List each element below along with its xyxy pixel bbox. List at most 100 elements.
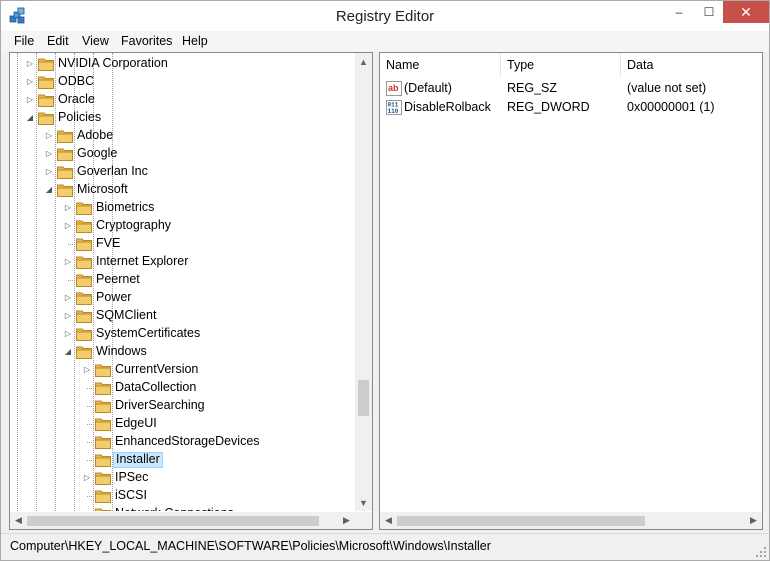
tree-item-label[interactable]: Internet Explorer (94, 254, 190, 270)
tree-item[interactable]: ◢ Policies (10, 109, 356, 127)
scroll-left-arrow-icon[interactable]: ◀ (380, 512, 397, 529)
tree-item-label[interactable]: SystemCertificates (94, 326, 202, 342)
tree-item-label[interactable]: Google (75, 146, 119, 162)
tree-item[interactable]: Installer (10, 451, 356, 469)
column-header-data[interactable]: Data (621, 53, 762, 77)
tree-item[interactable]: ▷ Oracle (10, 91, 356, 109)
collapsed-arrow-icon[interactable]: ▷ (63, 202, 73, 214)
tree-item[interactable]: ▷ Google (10, 145, 356, 163)
tree-item[interactable]: ◢ Microsoft (10, 181, 356, 199)
collapsed-arrow-icon[interactable]: ▷ (63, 310, 73, 322)
tree-item-label[interactable]: FVE (94, 236, 122, 252)
list-horizontal-scroll-thumb[interactable] (397, 516, 645, 526)
collapsed-arrow-icon[interactable]: ▷ (25, 76, 35, 88)
tree-item[interactable]: ▷ SystemCertificates (10, 325, 356, 343)
column-header-type[interactable]: Type (501, 53, 621, 77)
tree-item[interactable]: ▷ Biometrics (10, 199, 356, 217)
tree-item-label[interactable]: Policies (56, 110, 103, 126)
close-button[interactable]: ✕ (723, 1, 769, 23)
menu-edit[interactable]: Edit (47, 34, 69, 48)
collapsed-arrow-icon[interactable]: ▷ (82, 364, 92, 376)
tree-item[interactable]: ▷ SQMClient (10, 307, 356, 325)
tree-item-label[interactable]: DriverSearching (113, 398, 207, 414)
minimize-button[interactable]: – (664, 1, 694, 23)
list-item[interactable]: ab (Default) REG_SZ (value not set) (380, 79, 762, 98)
tree-item-label[interactable]: EnhancedStorageDevices (113, 434, 262, 450)
tree-item[interactable]: iSCSI (10, 487, 356, 505)
tree-vertical-scroll-thumb[interactable] (358, 380, 369, 417)
tree-item-label[interactable]: Network Connections (113, 506, 236, 511)
menu-view[interactable]: View (82, 34, 109, 48)
collapsed-arrow-icon[interactable]: ▷ (44, 130, 54, 142)
tree-item[interactable]: FVE (10, 235, 356, 253)
tree-item-label[interactable]: DataCollection (113, 380, 198, 396)
menu-favorites[interactable]: Favorites (121, 34, 172, 48)
title-bar[interactable]: Registry Editor – ☐ ✕ (1, 1, 769, 31)
tree-horizontal-scrollbar[interactable]: ◀ ▶ (10, 512, 355, 529)
tree-horizontal-scroll-thumb[interactable] (27, 516, 319, 526)
menu-help[interactable]: Help (182, 34, 208, 48)
tree-item[interactable]: ▷ Cryptography (10, 217, 356, 235)
collapsed-arrow-icon[interactable]: ▷ (25, 94, 35, 106)
tree-vertical-scrollbar[interactable]: ▲ ▼ (355, 53, 372, 511)
tree-item-label[interactable]: EdgeUI (113, 416, 159, 432)
tree-item[interactable]: ▷ CurrentVersion (10, 361, 356, 379)
tree-item[interactable]: DriverSearching (10, 397, 356, 415)
tree-item[interactable]: ▷ Power (10, 289, 356, 307)
tree-item-label[interactable]: iSCSI (113, 488, 149, 504)
tree-item[interactable]: ▷ Adobe (10, 127, 356, 145)
collapsed-arrow-icon[interactable]: ▷ (25, 58, 35, 70)
tree-item-label[interactable]: Microsoft (75, 182, 130, 198)
tree-item-label[interactable]: Installer (113, 452, 163, 468)
scroll-right-arrow-icon[interactable]: ▶ (338, 512, 355, 529)
tree-item[interactable]: ▷ NVIDIA Corporation (10, 55, 356, 73)
tree-item-label[interactable]: Windows (94, 344, 149, 360)
maximize-button[interactable]: ☐ (694, 1, 724, 23)
tree-item-label[interactable]: Adobe (75, 128, 115, 144)
folder-icon (95, 381, 111, 395)
tree-item[interactable]: ▷ IPSec (10, 469, 356, 487)
tree-item-label[interactable]: Peernet (94, 272, 142, 288)
list-horizontal-scrollbar[interactable]: ◀ ▶ (380, 512, 762, 529)
tree-item-label[interactable]: SQMClient (94, 308, 158, 324)
collapsed-arrow-icon[interactable]: ▷ (63, 328, 73, 340)
tree-item[interactable]: Network Connections (10, 505, 356, 511)
scroll-down-arrow-icon[interactable]: ▼ (355, 494, 372, 511)
tree-item[interactable]: ▷ Goverlan Inc (10, 163, 356, 181)
scroll-left-arrow-icon[interactable]: ◀ (10, 512, 27, 529)
tree-item-label[interactable]: ODBC (56, 74, 96, 90)
tree-item-label[interactable]: Biometrics (94, 200, 156, 216)
tree-item-label[interactable]: Cryptography (94, 218, 173, 234)
scroll-right-arrow-icon[interactable]: ▶ (745, 512, 762, 529)
tree-item[interactable]: DataCollection (10, 379, 356, 397)
tree-item[interactable]: Peernet (10, 271, 356, 289)
tree-item-label[interactable]: IPSec (113, 470, 150, 486)
tree-item-label[interactable]: Goverlan Inc (75, 164, 150, 180)
tree-item-label[interactable]: NVIDIA Corporation (56, 56, 170, 72)
tree-item-label[interactable]: Oracle (56, 92, 97, 108)
collapsed-arrow-icon[interactable]: ▷ (44, 166, 54, 178)
tree-item[interactable]: ◢ Windows (10, 343, 356, 361)
tree-item[interactable]: EnhancedStorageDevices (10, 433, 356, 451)
menu-file[interactable]: File (14, 34, 34, 48)
scroll-up-arrow-icon[interactable]: ▲ (355, 53, 372, 70)
resize-grip-icon[interactable] (756, 547, 766, 557)
column-header-name[interactable]: Name (380, 53, 501, 77)
values-list-pane[interactable]: Name Type Data ab (Default) REG_SZ (valu… (379, 52, 763, 530)
tree-item-label[interactable]: Power (94, 290, 133, 306)
collapsed-arrow-icon[interactable]: ▷ (63, 220, 73, 232)
tree-item[interactable]: ▷ Internet Explorer (10, 253, 356, 271)
tree-item[interactable]: ▷ ODBC (10, 73, 356, 91)
collapsed-arrow-icon[interactable]: ▷ (63, 292, 73, 304)
expanded-arrow-icon[interactable]: ◢ (63, 346, 73, 358)
tree-item-label[interactable]: CurrentVersion (113, 362, 200, 378)
tree-item[interactable]: EdgeUI (10, 415, 356, 433)
list-item[interactable]: 011 110 DisableRolback REG_DWORD 0x00000… (380, 98, 762, 117)
folder-icon (76, 291, 92, 305)
expanded-arrow-icon[interactable]: ◢ (44, 184, 54, 196)
key-tree-pane[interactable]: ▷ NVIDIA Corporation ▷ ODBC ▷ Oracle ◢ Policies… (9, 52, 373, 530)
collapsed-arrow-icon[interactable]: ▷ (63, 256, 73, 268)
collapsed-arrow-icon[interactable]: ▷ (82, 472, 92, 484)
expanded-arrow-icon[interactable]: ◢ (25, 112, 35, 124)
collapsed-arrow-icon[interactable]: ▷ (44, 148, 54, 160)
